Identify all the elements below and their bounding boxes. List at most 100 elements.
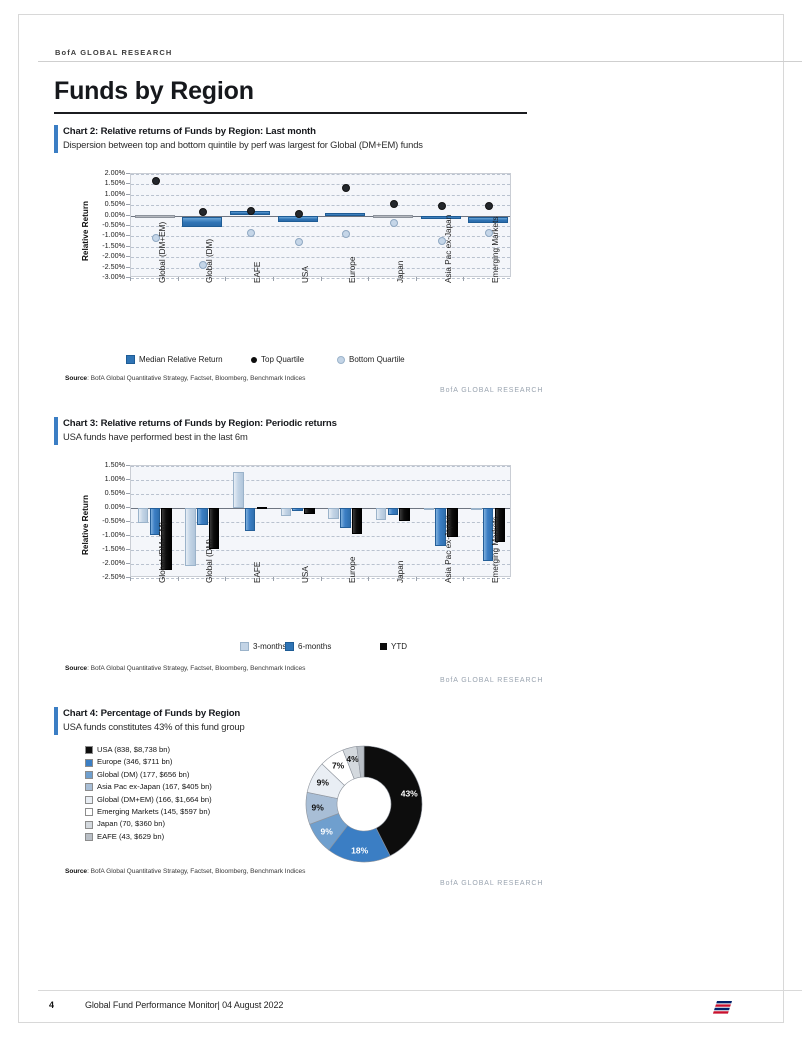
x-tick-label: Europe [348,256,358,283]
legend-swatch [285,642,294,651]
legend-swatch [85,808,93,817]
donut-slice-label: 9% [311,803,324,813]
header-divider [38,61,802,62]
title-underline [54,112,527,114]
legend-label: Emerging Markets (145, $597 bn) [97,807,211,817]
x-tick-label: Global (DM) [205,238,215,283]
x-tick-label: EAFE [253,261,263,283]
gridline [131,236,510,238]
bofa-flag-logo-icon [712,1001,733,1014]
chart4-source-text: : BofA Global Quantitative Strategy, Fac… [87,868,306,875]
median-box [134,214,175,219]
y-tick-label: 0.00% [104,209,125,219]
top-quartile-dot [294,210,303,219]
median-box [468,217,509,224]
legend-swatch [85,758,93,767]
x-tick-label: Asia Pac ex-Japan [443,514,453,583]
x-tick-label: Global (DM) [205,538,215,583]
legend-swatch [126,355,135,364]
y-tick-label: -2.50% [102,572,125,581]
chart3-plot-area [130,465,511,579]
x-tick-mark [272,277,274,281]
x-tick-mark [130,577,131,581]
bar-6months [387,508,399,515]
bar-3months [185,508,196,567]
legend-item: Asia Pac ex-Japan (167, $405 bn) [85,781,212,793]
bar-ytd [304,508,315,515]
chart2-title: Chart 2: Relative returns of Funds by Re… [63,126,316,137]
bar-ytd [351,508,363,534]
bar-3months [137,508,149,523]
bar-6months [340,508,351,529]
x-tick-mark [320,577,322,581]
bar-3months [280,508,292,516]
footer-page-number: 4 [49,1000,55,1010]
legend-swatch [240,642,249,651]
legend-swatch [337,355,345,364]
donut-slice-label: 18% [351,845,368,855]
x-tick-mark [177,277,179,281]
legend-swatch [251,356,257,363]
legend-label: YTD [391,642,407,651]
legend-label: 3-months [253,642,287,651]
bottom-quartile-dot [342,229,351,238]
y-tick-label: -3.00% [102,272,125,281]
gridline [131,184,510,186]
chart2-accent-bar [54,125,58,153]
y-tick-label: -1.00% [102,530,125,539]
x-tick-mark [415,277,417,281]
x-tick-label: Europe [348,556,358,583]
y-tick-label: -2.50% [102,261,125,271]
x-tick-mark [225,277,227,281]
x-tick-mark [415,577,417,581]
page-sheet: BofA GLOBAL RESEARCH Funds by Region Cha… [18,14,802,1023]
chart2-source: Source: BofA Global Quantitative Strateg… [65,375,305,382]
gridline [131,494,510,495]
legend-swatch [85,833,93,842]
chart2-plot-area [130,173,511,279]
chart2-subtitle: Dispersion between top and bottom quinti… [63,139,423,150]
donut-slice-label: 4% [346,754,359,764]
bar-3months [233,472,244,508]
chart3-source: Source: BofA Global Quantitative Strateg… [65,665,305,672]
top-quartile-dot [389,199,398,208]
document-page: BofA GLOBAL RESEARCH Funds by Region Cha… [0,0,802,1037]
donut-slice-label: 9% [320,827,333,837]
header-brand: BofA GLOBAL RESEARCH [55,48,173,57]
chart2-source-label: Source [65,375,88,382]
chart3-accent-bar [54,417,58,445]
bar-ytd [399,508,410,522]
donut-slice-label: 43% [401,788,418,798]
legend-item: EAFE (43, $629 bn) [85,831,212,843]
top-quartile-dot [342,183,351,192]
gridline [131,205,510,207]
donut-slice-label: 9% [317,777,330,787]
x-tick-mark [130,277,131,281]
top-quartile-dot [437,202,446,211]
chart4-source-label: Source [65,868,88,875]
x-tick-label: USA [300,266,310,283]
x-tick-label: Global (DM+EM) [157,221,167,283]
median-box [420,215,461,219]
chart3-source-label: Source [65,665,88,672]
y-tick-label: 1.50% [104,178,125,188]
page-title: Funds by Region [54,77,254,105]
legend-item: Global (DM) (177, $656 bn) [85,769,212,781]
y-tick-label: -0.50% [102,220,125,229]
legend-item: YTD [380,642,407,651]
bar-ytd [256,507,267,510]
x-tick-mark [177,577,179,581]
x-tick-label: Emerging Markets [491,516,501,583]
top-quartile-dot [485,201,494,210]
chart2-bofa-note: BofA GLOBAL RESEARCH [440,387,544,394]
legend-item: Global (DM+EM) (166, $1,664 bn) [85,794,212,806]
gridline [131,246,510,248]
x-tick-mark [463,277,465,281]
legend-label: 6-months [298,642,332,651]
y-tick-label: 1.00% [104,474,125,483]
chart3-subtitle: USA funds have performed best in the las… [63,431,248,442]
y-tick-label: -1.50% [102,544,125,553]
legend-label: Japan (70, $360 bn) [97,819,165,829]
x-tick-label: Japan [395,560,405,583]
bar-3months [423,508,435,510]
